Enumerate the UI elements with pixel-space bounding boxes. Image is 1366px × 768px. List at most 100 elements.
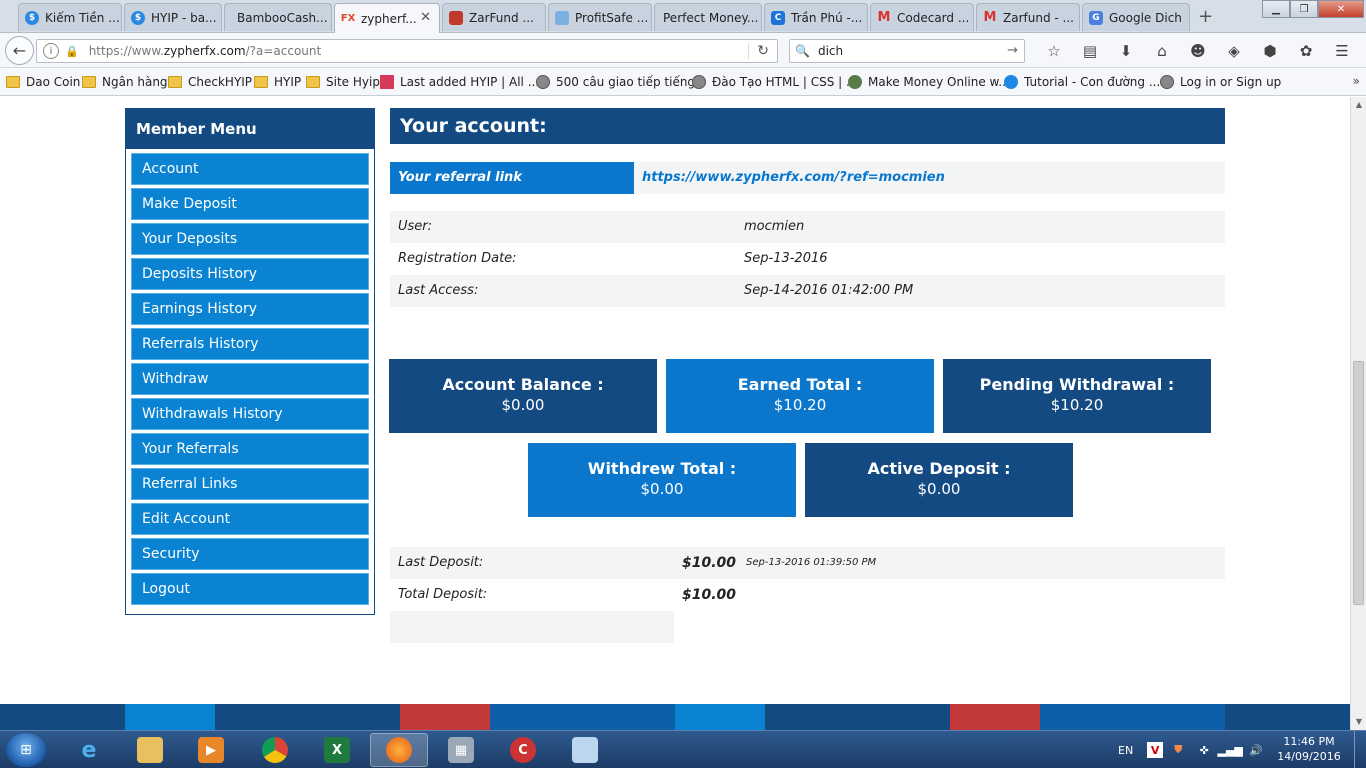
home-icon[interactable]: ⌂ bbox=[1144, 42, 1180, 60]
download-icon[interactable]: ⬇ bbox=[1108, 42, 1144, 60]
footer-band bbox=[0, 704, 1350, 730]
menu-item-make-deposit[interactable]: Make Deposit bbox=[131, 188, 369, 220]
antivirus-icon[interactable]: V bbox=[1147, 742, 1164, 758]
tab-active[interactable]: FX zypherf... ✕ bbox=[334, 3, 440, 33]
tab-11[interactable]: G Google Dich bbox=[1082, 3, 1190, 31]
address-url[interactable]: https://www.zypherfx.com/?a=account bbox=[89, 44, 322, 58]
tab-9[interactable]: M Codecard ... bbox=[870, 3, 974, 31]
language-indicator[interactable]: EN bbox=[1118, 744, 1133, 757]
stat-active-deposit: Active Deposit : $0.00 bbox=[805, 443, 1073, 517]
reading-list-icon[interactable]: ▤ bbox=[1072, 42, 1108, 60]
bookmark-item[interactable]: Make Money Online w... bbox=[848, 75, 1010, 89]
site-logo-icon bbox=[380, 75, 394, 89]
chrome-icon bbox=[262, 737, 288, 763]
restore-icon[interactable]: ❐ bbox=[1290, 0, 1318, 18]
bookmark-star-icon[interactable]: ☆ bbox=[1036, 42, 1072, 60]
search-bar[interactable]: 🔍 dich → bbox=[789, 39, 1025, 63]
translate-icon: G bbox=[1089, 10, 1103, 25]
taskbar-chrome[interactable] bbox=[246, 733, 304, 767]
tab-8[interactable]: C Trần Phú -... bbox=[764, 3, 868, 31]
bookmark-label: Dao Coin bbox=[26, 75, 81, 89]
bookmark-item[interactable]: Log in or Sign up bbox=[1160, 75, 1281, 89]
tab-1[interactable]: $ Kiếm Tiền ... bbox=[18, 3, 122, 31]
window-close-icon[interactable]: ✕ bbox=[1318, 0, 1364, 18]
menu-item-withdraw[interactable]: Withdraw bbox=[131, 363, 369, 395]
url-path: /?a=account bbox=[245, 44, 322, 58]
bookmark-item[interactable]: CheckHYIP bbox=[168, 75, 252, 89]
info-row-registration: Registration Date: Sep-13-2016 bbox=[390, 243, 1225, 275]
menu-item-edit-account[interactable]: Edit Account bbox=[131, 503, 369, 535]
taskbar-calculator[interactable]: ▦ bbox=[432, 733, 490, 767]
new-tab-icon[interactable]: + bbox=[1198, 6, 1213, 27]
bookmark-item[interactable]: Tutorial - Con đường ... bbox=[1004, 75, 1160, 89]
menu-item-referral-links[interactable]: Referral Links bbox=[131, 468, 369, 500]
shield-icon[interactable]: ⛊ bbox=[1167, 742, 1189, 758]
volume-icon[interactable]: 🔊 bbox=[1245, 742, 1267, 758]
taskbar-notes[interactable] bbox=[556, 733, 614, 767]
info-row-user: User: mocmien bbox=[390, 211, 1225, 243]
referral-link-url[interactable]: https://www.zypherfx.com/?ref=mocmien bbox=[642, 162, 945, 194]
menu-item-your-referrals[interactable]: Your Referrals bbox=[131, 433, 369, 465]
tab-3[interactable]: BambooCash... bbox=[224, 3, 332, 31]
bookmark-item[interactable]: Đào Tạo HTML | CSS | ... bbox=[692, 75, 857, 89]
tab-6[interactable]: ProfitSafe ... bbox=[548, 3, 652, 31]
taskbar-ie[interactable]: e bbox=[60, 733, 118, 767]
info-icon[interactable]: i bbox=[43, 43, 59, 59]
menu-item-earnings-history[interactable]: Earnings History bbox=[131, 293, 369, 325]
menu-item-security[interactable]: Security bbox=[131, 538, 369, 570]
bookmark-label: HYIP bbox=[274, 75, 302, 89]
menu-item-account[interactable]: Account bbox=[131, 153, 369, 185]
member-menu: Member Menu Account Make Deposit Your Depo… bbox=[125, 108, 375, 615]
adblock-icon[interactable]: ⬢ bbox=[1252, 42, 1288, 60]
menu-item-your-deposits[interactable]: Your Deposits bbox=[131, 223, 369, 255]
tab-5[interactable]: ZarFund ... bbox=[442, 3, 546, 31]
toolbar-icons: ☆ ▤ ⬇ ⌂ ☻ ◈ ⬢ ✿ ☰ bbox=[1036, 42, 1360, 60]
taskbar-ccleaner[interactable]: C bbox=[494, 733, 552, 767]
minimize-icon[interactable]: ▁ bbox=[1262, 0, 1290, 18]
windows-start-icon[interactable]: ⊞ bbox=[6, 733, 46, 767]
taskbar-explorer[interactable] bbox=[121, 733, 179, 767]
menu-item-deposits-history[interactable]: Deposits History bbox=[131, 258, 369, 290]
tools-icon[interactable]: ✜ bbox=[1193, 742, 1215, 758]
bookmark-item[interactable]: Dao Coin bbox=[6, 75, 80, 89]
show-desktop-button[interactable] bbox=[1354, 731, 1366, 768]
bookmark-item[interactable]: Ngân hàng bbox=[82, 75, 168, 89]
menu-icon[interactable]: ☰ bbox=[1324, 42, 1360, 60]
close-tab-icon[interactable]: ✕ bbox=[420, 10, 431, 25]
stat-value: $0.00 bbox=[501, 396, 545, 414]
tab-title: Codecard ... bbox=[897, 10, 970, 25]
tab-7[interactable]: Perfect Money... bbox=[654, 3, 762, 31]
search-go-icon[interactable]: → bbox=[1007, 43, 1018, 58]
bookmark-item[interactable]: Last added HYIP | All ... bbox=[380, 75, 539, 89]
bookmarks-overflow-icon[interactable]: » bbox=[1353, 74, 1360, 88]
scrollbar-thumb[interactable] bbox=[1353, 361, 1364, 605]
bookmark-item[interactable]: 500 câu giao tiếp tiếng... bbox=[536, 75, 707, 89]
back-icon[interactable]: ← bbox=[5, 36, 34, 65]
page-scrollbar[interactable]: ▲ ▼ bbox=[1350, 97, 1366, 730]
address-bar[interactable]: i 🔒 https://www.zypherfx.com/?a=account … bbox=[36, 39, 778, 63]
clock[interactable]: 11:46 PM 14/09/2016 bbox=[1272, 734, 1346, 764]
bookmark-label: CheckHYIP bbox=[188, 75, 253, 89]
taskbar-firefox[interactable] bbox=[370, 733, 428, 767]
bookmark-item[interactable]: HYIP bbox=[254, 75, 301, 89]
extension-icon[interactable]: ✿ bbox=[1288, 42, 1324, 60]
scroll-down-icon[interactable]: ▼ bbox=[1351, 714, 1366, 730]
folder-icon bbox=[168, 76, 182, 88]
site-logo-icon bbox=[848, 75, 862, 89]
tab-title: ProfitSafe ... bbox=[575, 10, 649, 25]
menu-item-referrals-history[interactable]: Referrals History bbox=[131, 328, 369, 360]
media-player-icon: ▶ bbox=[198, 737, 224, 763]
bookmark-item[interactable]: Site Hyip bbox=[306, 75, 380, 89]
menu-item-withdrawals-history[interactable]: Withdrawals History bbox=[131, 398, 369, 430]
tab-2[interactable]: $ HYIP - ba... bbox=[124, 3, 222, 31]
taskbar-media[interactable]: ▶ bbox=[182, 733, 240, 767]
tab-10[interactable]: M Zarfund - ... bbox=[976, 3, 1080, 31]
scroll-up-icon[interactable]: ▲ bbox=[1351, 97, 1366, 113]
reload-icon[interactable]: ↻ bbox=[748, 43, 769, 59]
chat-icon[interactable]: ☻ bbox=[1180, 42, 1216, 60]
pocket-icon[interactable]: ◈ bbox=[1216, 42, 1252, 60]
search-query[interactable]: dich bbox=[818, 44, 843, 58]
taskbar-excel[interactable]: X bbox=[308, 733, 366, 767]
network-icon[interactable]: ▂▄▆ bbox=[1218, 742, 1243, 758]
menu-item-logout[interactable]: Logout bbox=[131, 573, 369, 605]
